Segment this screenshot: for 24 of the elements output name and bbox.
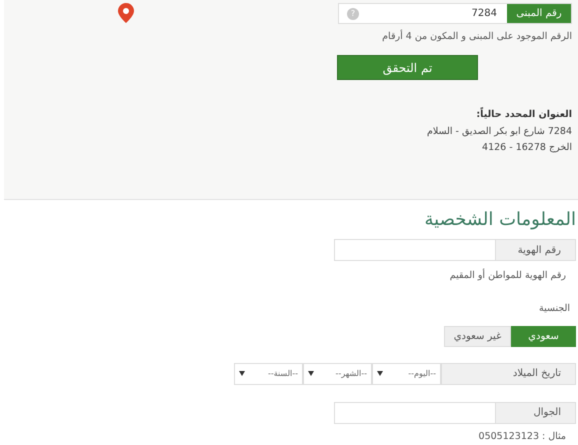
section-heading: المعلومات الشخصية (424, 208, 576, 232)
nationality-option[interactable]: سعودي (511, 326, 576, 346)
nationality-option[interactable]: غير سعودي (444, 326, 511, 346)
verify-button[interactable]: تم التحقق (337, 55, 478, 80)
current-address-title: العنوان المحدد حالياً: (475, 108, 572, 122)
mobile-label: الجوال (495, 402, 575, 422)
date-select[interactable]: --الشهر-- (303, 362, 372, 384)
birth-date-label: تاريخ الميلاد (441, 362, 576, 384)
mobile-field[interactable]: الجوال (334, 402, 576, 424)
id-number-field[interactable]: رقم الهوية (334, 239, 576, 261)
nationality-label: الجنسية (539, 302, 570, 316)
id-number-label: رقم الهوية (495, 240, 575, 260)
building-number-label: رقم المبنى (507, 4, 571, 23)
dropdown-arrow-icon (239, 371, 245, 376)
dropdown-arrow-icon (308, 371, 314, 376)
dropdown-arrow-icon (377, 371, 383, 376)
address-line: الخرج 16278 - 4126 (481, 140, 572, 155)
building-hint: الرقم الموجود على المبنى و المكون من 4 أرقام (382, 30, 572, 44)
address-line: 7284 شارع ابو بكر الصديق - السلام (426, 124, 572, 138)
building-number-value: 7284 (470, 7, 498, 21)
date-select[interactable]: --السنة-- (234, 362, 303, 384)
id-hint: رقم الهوية للمواطن أو المقيم (450, 269, 566, 283)
mobile-example: مثال : 0505123123 (478, 430, 566, 444)
date-select[interactable]: --اليوم-- (372, 362, 441, 384)
